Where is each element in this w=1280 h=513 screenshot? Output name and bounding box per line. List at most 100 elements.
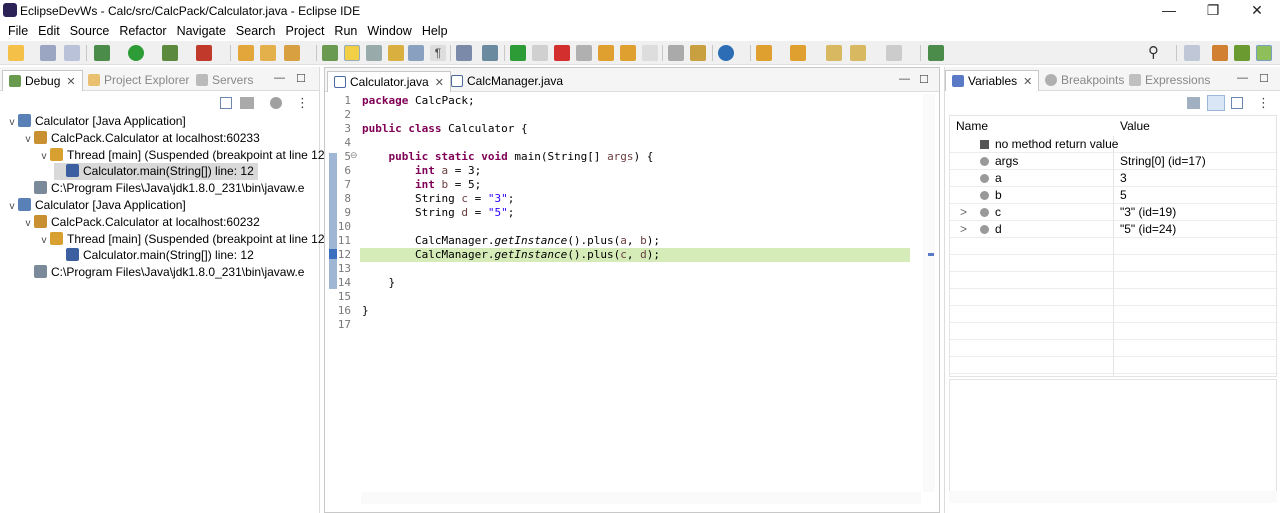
menu-navigate[interactable]: Navigate <box>172 21 231 41</box>
close-tab-icon[interactable]: ✕ <box>435 77 444 89</box>
last-edit-icon[interactable] <box>826 45 842 61</box>
mark-occurrences-icon[interactable] <box>344 45 360 61</box>
variable-row[interactable]: args String[0] (id=17) <box>950 153 1278 170</box>
open-perspective-icon[interactable] <box>1184 45 1200 61</box>
tab-debug[interactable]: Debug ✕ <box>2 70 83 91</box>
console-icon[interactable] <box>456 45 472 61</box>
close-tab-icon[interactable]: ✕ <box>1023 76 1032 88</box>
tab-calcmanager-java[interactable]: CalcManager.java <box>445 71 569 92</box>
code-area[interactable]: package CalcPack; public class Calculato… <box>362 94 902 344</box>
save-all-icon[interactable] <box>64 45 80 61</box>
variable-row[interactable]: > c "3" (id=19) <box>950 204 1278 221</box>
editor-vscrollbar[interactable] <box>923 94 935 492</box>
open-task-icon[interactable] <box>260 45 276 61</box>
resume-icon[interactable] <box>510 45 526 61</box>
menu-project[interactable]: Project <box>281 21 330 41</box>
menu-file[interactable]: File <box>3 21 33 41</box>
java-ee-perspective-icon[interactable] <box>1212 45 1228 61</box>
expand-chevron-icon[interactable]: > <box>960 221 968 238</box>
whitespace-icon[interactable]: ¶ <box>430 45 446 61</box>
debug-tree-item[interactable]: C:\Program Files\Java\jdk1.8.0_231\bin\j… <box>22 264 304 281</box>
variable-row[interactable]: no method return value <box>950 136 1278 153</box>
menu-search[interactable]: Search <box>231 21 281 41</box>
debug-tree-item[interactable]: v Calculator [Java Application] <box>6 197 186 214</box>
name-column-header[interactable]: Name <box>956 116 988 136</box>
value-column-header[interactable]: Value <box>1120 116 1150 136</box>
debug-tree-item[interactable]: v Thread [main] (Suspended (breakpoint at… <box>38 231 325 248</box>
debug-tree-item[interactable]: v Calculator [Java Application] <box>6 113 186 130</box>
disconnect-icon[interactable] <box>482 45 498 61</box>
tab-calculator-java[interactable]: Calculator.java ✕ <box>327 71 451 92</box>
collapse-all-icon[interactable] <box>220 97 232 109</box>
back-icon[interactable] <box>850 45 866 61</box>
menu-run[interactable]: Run <box>329 21 362 41</box>
debug-icon[interactable] <box>94 45 110 61</box>
expand-twisty-icon[interactable]: v <box>38 148 50 165</box>
view-menu-icon[interactable]: ⋮ <box>1257 95 1270 111</box>
editor-hscrollbar[interactable] <box>361 492 921 504</box>
menu-help[interactable]: Help <box>417 21 453 41</box>
maximize-view-icon[interactable]: ☐ <box>1259 72 1269 85</box>
pin-editor-icon[interactable] <box>928 45 944 61</box>
show-logical-structure-icon[interactable] <box>1207 95 1225 111</box>
forward-icon[interactable] <box>886 45 902 61</box>
filter-icon[interactable] <box>270 97 282 109</box>
menu-refactor[interactable]: Refactor <box>114 21 171 41</box>
menu-source[interactable]: Source <box>65 21 115 41</box>
disconnect-debug-icon[interactable] <box>576 45 592 61</box>
open-type-icon[interactable] <box>238 45 254 61</box>
word-wrap-icon[interactable] <box>408 45 424 61</box>
show-type-names-icon[interactable] <box>1187 97 1200 109</box>
minimize-button[interactable]: — <box>1147 0 1191 21</box>
maximize-editor-icon[interactable]: ☐ <box>919 73 929 86</box>
save-icon[interactable] <box>40 45 56 61</box>
variable-row[interactable]: a3 <box>950 170 1278 187</box>
variable-row[interactable]: b5 <box>950 187 1278 204</box>
toggle-icon[interactable] <box>366 45 382 61</box>
expand-twisty-icon[interactable]: v <box>38 232 50 249</box>
suspend-icon[interactable] <box>532 45 548 61</box>
prev-annotation-icon[interactable] <box>790 45 806 61</box>
minimize-view-icon[interactable]: — <box>1237 72 1248 84</box>
step-over-icon[interactable] <box>620 45 636 61</box>
expand-chevron-icon[interactable]: > <box>960 204 968 221</box>
coverage-icon[interactable] <box>162 45 178 61</box>
close-button[interactable]: ✕ <box>1235 0 1279 21</box>
java-perspective-icon[interactable] <box>1234 45 1250 61</box>
next-annotation-icon[interactable] <box>756 45 772 61</box>
search-tool-icon[interactable] <box>284 45 300 61</box>
debug-perspective-icon[interactable] <box>1256 45 1272 61</box>
terminate-icon[interactable] <box>554 45 570 61</box>
block-select-icon[interactable] <box>388 45 404 61</box>
debug-tree-item[interactable]: v CalcPack.Calculator at localhost:60233 <box>22 130 260 147</box>
tab-expressions[interactable]: Expressions <box>1123 70 1216 91</box>
debug-tree-item[interactable]: Calculator.main(String[]) line: 12 <box>54 163 258 181</box>
run-icon[interactable] <box>128 45 144 61</box>
new-icon[interactable] <box>8 45 24 61</box>
remove-terminated-icon[interactable] <box>240 97 254 109</box>
expand-twisty-icon[interactable]: v <box>6 198 18 215</box>
drop-to-frame-icon[interactable] <box>668 45 684 61</box>
maximize-view-icon[interactable]: ☐ <box>296 72 306 85</box>
debug-tree-item[interactable]: v CalcPack.Calculator at localhost:60232 <box>22 214 260 231</box>
use-step-filters-icon[interactable] <box>690 45 706 61</box>
expand-twisty-icon[interactable]: v <box>6 114 18 131</box>
collapse-all-icon[interactable] <box>1231 97 1243 109</box>
tab-servers[interactable]: Servers <box>190 70 259 91</box>
restore-button[interactable]: ❐ <box>1191 0 1235 21</box>
external-tools-icon[interactable] <box>196 45 212 61</box>
expand-twisty-icon[interactable]: v <box>22 215 34 232</box>
minimize-editor-icon[interactable]: — <box>899 73 910 85</box>
close-tab-icon[interactable]: ✕ <box>66 76 75 88</box>
debug-tree-item[interactable]: Calculator.main(String[]) line: 12 <box>54 247 254 264</box>
step-return-icon[interactable] <box>642 45 658 61</box>
menu-window[interactable]: Window <box>362 21 416 41</box>
view-menu-icon[interactable]: ⋮ <box>296 95 309 111</box>
debug-tree-item[interactable]: v Thread [main] (Suspended (breakpoint at… <box>38 147 325 164</box>
menu-edit[interactable]: Edit <box>33 21 65 41</box>
search-icon[interactable]: ⚲ <box>1148 45 1164 61</box>
debug-tree-item[interactable]: C:\Program Files\Java\jdk1.8.0_231\bin\j… <box>22 180 304 197</box>
skip-breakpoints-icon[interactable] <box>322 45 338 61</box>
detail-pane[interactable] <box>949 379 1277 501</box>
variables-hscrollbar[interactable] <box>949 491 1277 503</box>
